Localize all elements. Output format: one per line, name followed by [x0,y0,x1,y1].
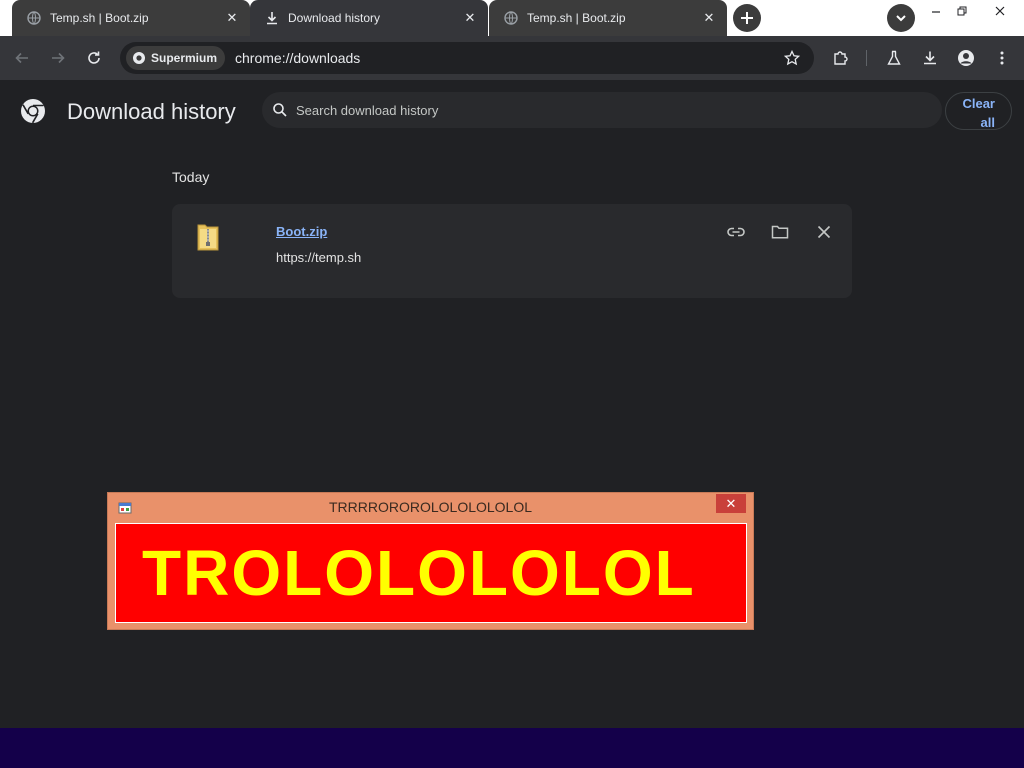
show-in-folder-button[interactable] [768,220,792,244]
folder-icon [771,225,789,239]
remove-download-button[interactable] [812,220,836,244]
search-box[interactable] [262,92,942,128]
globe-icon [26,10,42,26]
downloads-header: Download history Clear all [0,80,1024,140]
downloads-button[interactable] [916,44,944,72]
supermium-logo-icon [133,52,145,64]
close-tab-icon[interactable]: ✕ [224,10,240,26]
kebab-menu-icon [1000,51,1004,65]
zip-folder-icon [197,224,219,251]
close-tab-icon[interactable]: ✕ [701,10,717,26]
download-file-link[interactable]: Boot.zip [276,224,327,239]
tab-title: Temp.sh | Boot.zip [50,11,149,25]
star-icon [784,50,800,66]
profile-chip[interactable]: Supermium [126,46,226,70]
link-icon [727,227,745,237]
flask-icon [887,50,901,65]
forward-button[interactable] [44,44,72,72]
chevron-down-icon [896,15,906,22]
puzzle-icon [834,51,848,65]
url-text: chrome://downloads [235,50,361,66]
close-window-button[interactable] [982,0,1018,22]
extensions-button[interactable] [826,44,854,72]
profile-chip-label: Supermium [151,51,218,65]
plus-icon [741,12,753,24]
download-item: Boot.zip https://temp.sh [172,204,852,298]
back-arrow-icon [15,52,28,64]
close-tab-icon[interactable]: ✕ [462,10,478,26]
popup-close-button[interactable]: ✕ [716,494,746,513]
close-icon [995,6,1005,16]
globe-icon [503,10,519,26]
address-bar[interactable]: Supermium chrome://downloads [120,42,814,74]
taskbar [0,728,1024,768]
restore-icon [957,6,967,16]
menu-button[interactable] [988,44,1016,72]
reload-button[interactable] [80,44,108,72]
popup-title: TRRRROROROLOLOLOLOLOL [328,499,533,515]
reload-icon [88,51,100,64]
account-icon [958,50,974,66]
restore-button[interactable] [944,0,980,22]
popup-message: TROLOLOLOLOL [142,537,696,609]
clear-all-button[interactable]: Clear all [945,92,1012,130]
popup-message-panel: TROLOLOLOLOL [115,523,747,623]
new-tab-button[interactable] [733,4,761,32]
troll-popup-window: TRRRROROROLOLOLOLOLOL ✕ TROLOLOLOLOL [107,492,754,630]
chrome-logo-icon [21,99,45,124]
clear-all-label-line2: all [980,115,995,130]
tab-temp-sh-1[interactable]: Temp.sh | Boot.zip ✕ [12,0,250,36]
tab-temp-sh-2[interactable]: Temp.sh | Boot.zip ✕ [489,0,727,36]
date-section-label: Today [172,169,210,185]
search-input[interactable] [296,102,896,118]
close-icon [817,225,831,239]
minimize-icon [932,11,940,13]
tab-search-button[interactable] [887,4,915,32]
download-icon [924,51,936,65]
labs-button[interactable] [880,44,908,72]
copy-link-button[interactable] [724,220,748,244]
download-source-url[interactable]: https://temp.sh [276,250,361,265]
tab-title: Download history [288,11,381,25]
tab-title: Temp.sh | Boot.zip [527,11,626,25]
forward-arrow-icon [52,52,65,64]
clear-all-label-line1: Clear [962,96,995,111]
profile-button[interactable] [952,44,980,72]
back-button[interactable] [8,44,36,72]
download-icon [264,10,280,26]
browser-toolbar: Supermium chrome://downloads [0,36,1024,80]
bookmark-star-button[interactable] [782,48,802,68]
tab-strip: Temp.sh | Boot.zip ✕ Download history ✕ … [0,0,1024,36]
search-icon [273,103,287,117]
tab-download-history[interactable]: Download history ✕ [250,0,488,36]
toolbar-separator [866,50,867,66]
page-title: Download history [67,99,236,124]
